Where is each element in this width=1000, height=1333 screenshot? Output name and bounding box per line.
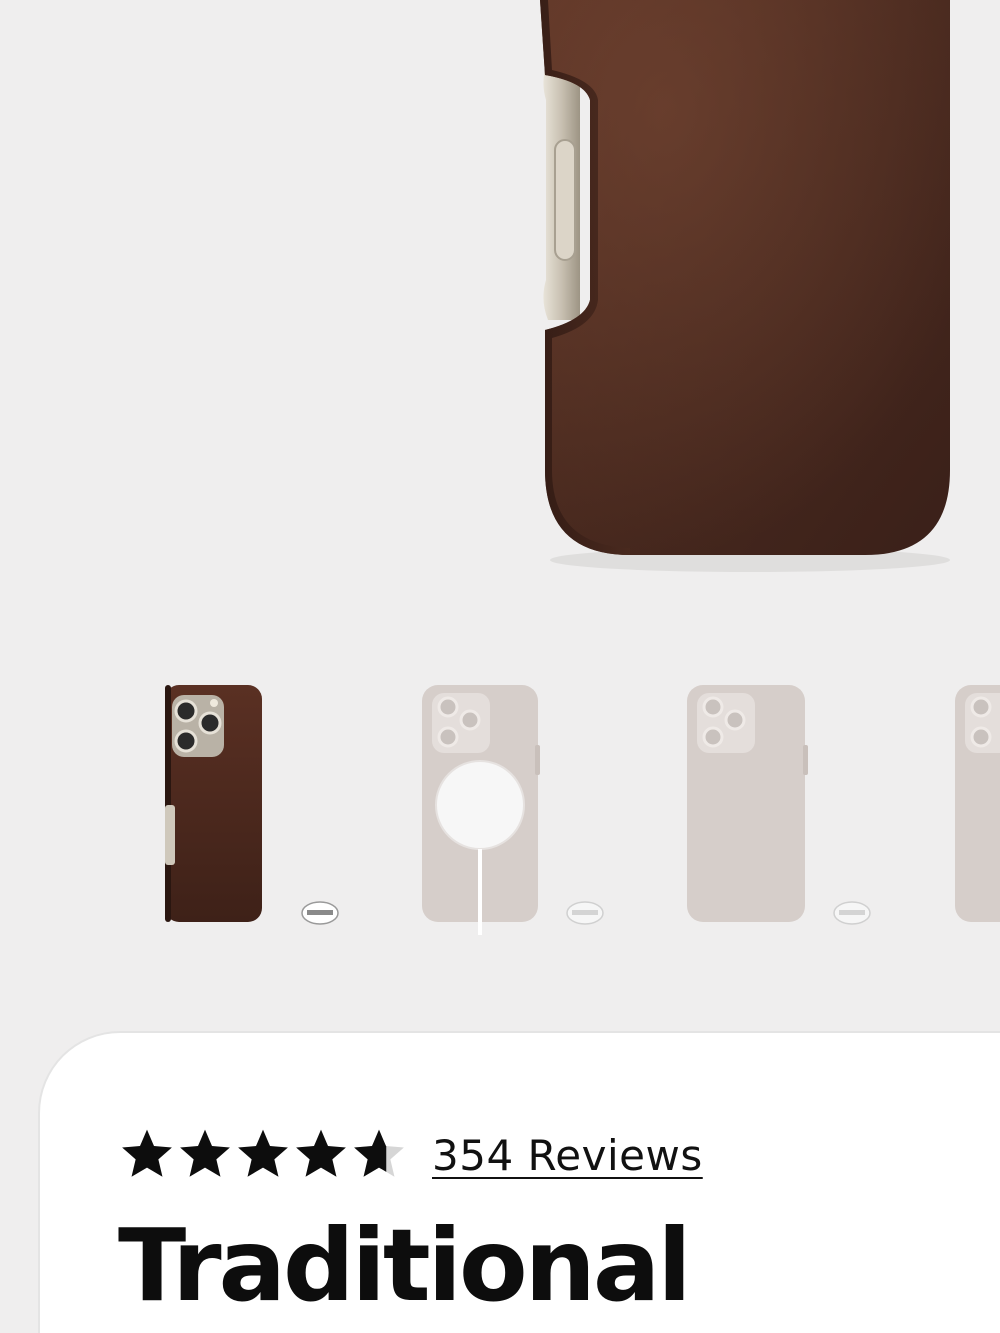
star-rating bbox=[118, 1123, 408, 1187]
thumbnail-1-image bbox=[165, 685, 339, 925]
thumbnail-4[interactable] bbox=[945, 665, 1000, 945]
thumbnail-3-image bbox=[687, 685, 871, 925]
thumbnail-4-image bbox=[955, 685, 1000, 922]
product-page: 354 Reviews Traditional bbox=[0, 0, 1000, 1333]
product-info-card: 354 Reviews Traditional bbox=[40, 1033, 1000, 1333]
reviews-link[interactable]: 354 Reviews bbox=[432, 1131, 703, 1180]
thumbnail-carousel bbox=[0, 665, 1000, 955]
thumbnail-2[interactable] bbox=[410, 665, 650, 945]
star-icon bbox=[296, 1129, 346, 1177]
thumbnail-1[interactable] bbox=[150, 665, 390, 945]
rating-row: 354 Reviews bbox=[118, 1123, 703, 1187]
hero-product-image[interactable] bbox=[0, 0, 1000, 640]
star-icon bbox=[238, 1129, 288, 1177]
star-half-icon bbox=[354, 1129, 404, 1177]
thumbnail-2-image bbox=[422, 685, 604, 935]
star-icon bbox=[180, 1129, 230, 1177]
star-icon bbox=[122, 1129, 172, 1177]
product-title: Traditional bbox=[118, 1207, 692, 1324]
thumbnail-3[interactable] bbox=[677, 665, 917, 945]
leather-case-image bbox=[540, 0, 950, 572]
